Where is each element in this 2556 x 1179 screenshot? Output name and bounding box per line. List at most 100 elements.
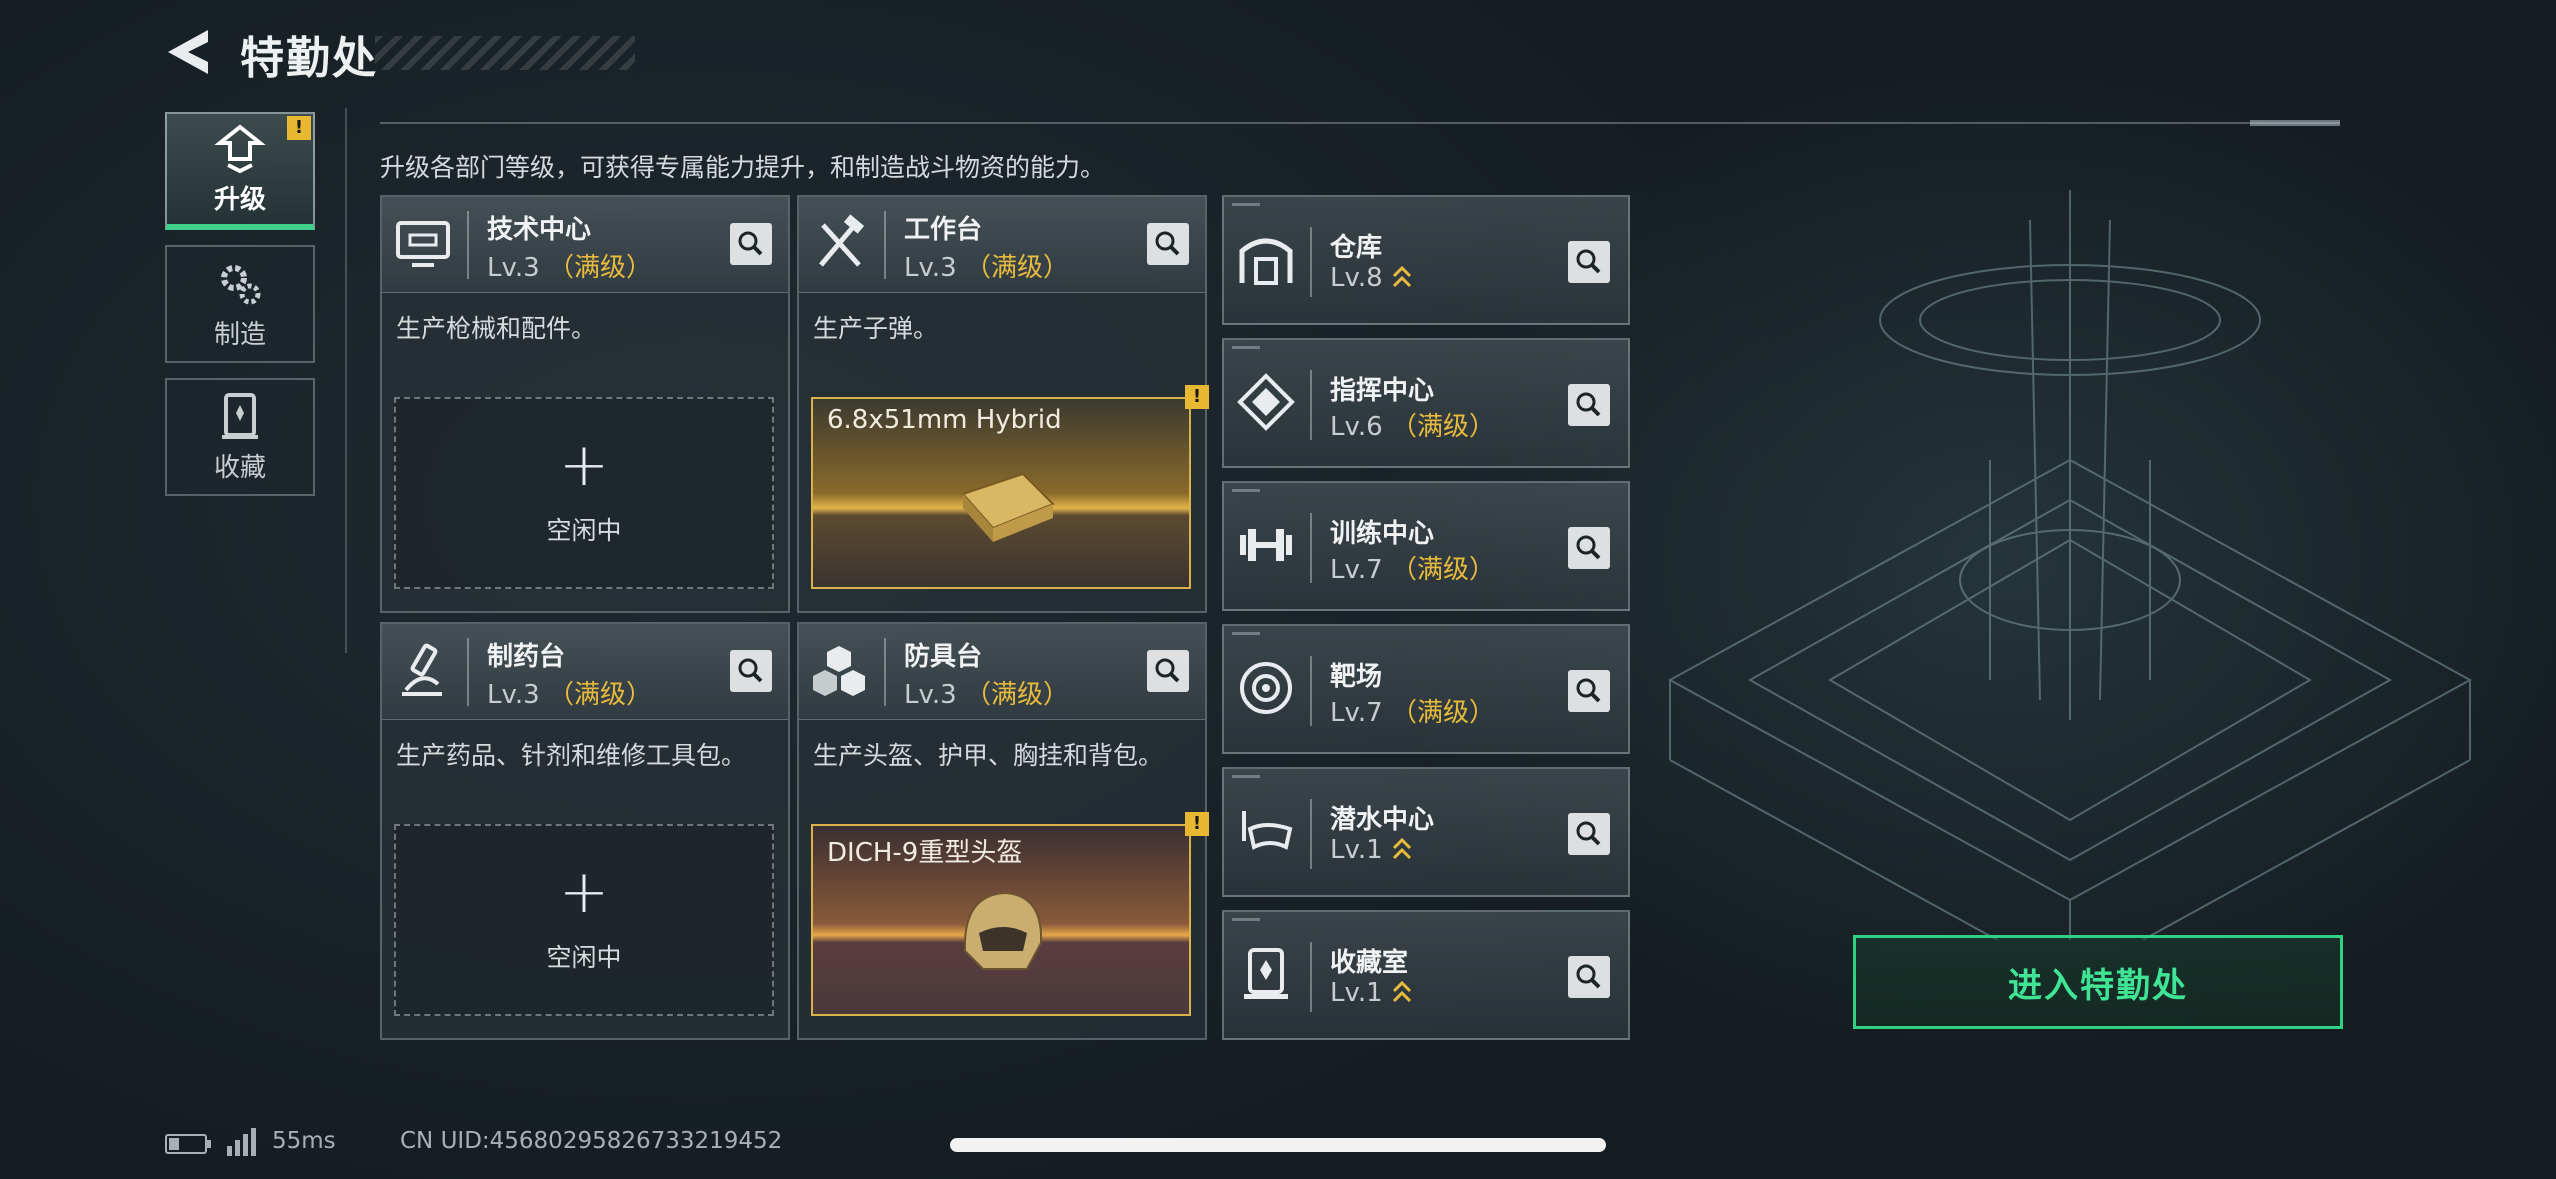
inspect-button[interactable] [1568, 670, 1610, 712]
facility-level: Lv.3 （满级） [487, 674, 652, 711]
facility-description: 生产头盔、护甲、胸挂和背包。 [813, 741, 1164, 770]
facility-name: 防具台 [904, 642, 983, 672]
back-arrow-icon[interactable] [160, 24, 216, 80]
facility-level: Lv.7 （满级） [1330, 549, 1495, 586]
warehouse-icon [1239, 238, 1293, 285]
facility-description: 生产枪械和配件。 [396, 314, 597, 343]
microscope-icon [402, 643, 442, 696]
inspect-button[interactable] [1147, 650, 1189, 692]
magnifier-icon [1576, 392, 1601, 417]
tools-icon [819, 214, 865, 267]
production-slot-idle[interactable]: + 空闲中 [394, 824, 774, 1016]
page-description: 升级各部门等级，可获得专属能力提升，和制造战斗物资的能力。 [380, 153, 1106, 182]
helmet-image [963, 891, 1043, 970]
facility-description: 生产药品、针剂和维修工具包。 [396, 741, 747, 770]
product-name: 6.8x51mm Hybrid [827, 405, 1062, 435]
max-level-tag: （满级） [547, 253, 652, 283]
max-level-tag: （满级） [547, 680, 652, 710]
card-separator [1310, 370, 1312, 440]
facility-name: 收藏室 [1330, 948, 1409, 978]
inspect-button[interactable] [1568, 241, 1610, 283]
card-separator [884, 211, 886, 279]
level-value: Lv.8 [1330, 263, 1383, 293]
max-level-tag: （满级） [1390, 412, 1495, 442]
nav-alert-badge: ! [287, 116, 311, 140]
facility-name: 指挥中心 [1330, 376, 1435, 406]
hologram-building-image [1667, 190, 2473, 940]
top-divider [380, 122, 2340, 124]
facility-level: Lv.7 （满级） [1330, 692, 1495, 729]
production-slot-helmet[interactable]: DICH-9重型头盔 [811, 824, 1191, 1016]
inspect-button[interactable] [1568, 956, 1610, 998]
facility-level: Lv.3 （满级） [904, 247, 1069, 284]
production-slot-ammo[interactable]: 6.8x51mm Hybrid [811, 397, 1191, 589]
facility-name: 技术中心 [487, 215, 592, 245]
add-icon: + [558, 857, 610, 927]
magnifier-icon [1155, 658, 1180, 683]
magnifier-icon [1576, 678, 1601, 703]
facility-row-training-center[interactable]: 训练中心 Lv.7 （满级） [1222, 481, 1630, 611]
facility-row-collection-room[interactable]: 收藏室 Lv.1 [1222, 910, 1630, 1040]
card-tech-center: 技术中心 Lv.3 （满级） 生产枪械和配件。 + 空闲中 [380, 195, 790, 613]
card-header: 工作台 Lv.3 （满级） [799, 197, 1205, 293]
facility-level: Lv.3 （满级） [487, 247, 652, 284]
card-separator [467, 638, 469, 706]
facility-row-warehouse[interactable]: 仓库 Lv.8 [1222, 195, 1630, 325]
inspect-button[interactable] [1568, 527, 1610, 569]
level-value: Lv.3 [904, 680, 957, 710]
inspect-button[interactable] [730, 223, 772, 265]
facility-row-command-center[interactable]: 指挥中心 Lv.6 （满级） [1222, 338, 1630, 468]
magnifier-icon [738, 658, 763, 683]
facility-name: 潜水中心 [1330, 805, 1435, 835]
inspect-button[interactable] [1568, 813, 1610, 855]
diving-mask-icon [1242, 811, 1293, 850]
facility-level: Lv.8 [1330, 263, 1413, 293]
battery-icon [165, 1134, 211, 1154]
nav-tab-craft[interactable]: 制造 [165, 245, 315, 363]
home-indicator[interactable] [950, 1138, 1606, 1152]
product-name: DICH-9重型头盔 [827, 838, 1023, 868]
facility-level: Lv.1 [1330, 835, 1413, 865]
level-value: Lv.6 [1330, 412, 1383, 442]
slot-alert-badge: ! [1185, 812, 1209, 836]
inspect-button[interactable] [730, 650, 772, 692]
facility-row-shooting-range[interactable]: 靶场 Lv.7 （满级） [1222, 624, 1630, 754]
inspect-button[interactable] [1568, 384, 1610, 426]
upgrade-chevrons-icon [1392, 837, 1411, 860]
collection-icon [222, 392, 258, 439]
level-value: Lv.3 [487, 253, 540, 283]
corner-decoration [1232, 489, 1260, 492]
level-value: Lv.1 [1330, 978, 1383, 1008]
inspect-button[interactable] [1147, 223, 1189, 265]
corner-decoration [1232, 918, 1260, 921]
facility-description: 生产子弹。 [813, 314, 939, 343]
facility-name: 仓库 [1330, 233, 1383, 263]
nav-label-craft: 制造 [213, 319, 266, 350]
corner-decoration [1232, 346, 1260, 349]
enter-special-ops-button[interactable]: 进入特勤处 [1853, 935, 2343, 1029]
magnifier-icon [1155, 231, 1180, 256]
card-header: 制药台 Lv.3 （满级） [382, 624, 788, 720]
facility-name: 工作台 [904, 215, 983, 245]
top-divider-accent [2250, 120, 2340, 126]
max-level-tag: （满级） [964, 680, 1069, 710]
magnifier-icon [1576, 535, 1601, 560]
production-slot-idle[interactable]: + 空闲中 [394, 397, 774, 589]
nav-label-upgrade: 升级 [213, 184, 266, 215]
level-value: Lv.7 [1330, 555, 1383, 585]
title-decoration [375, 36, 635, 70]
corner-decoration [1232, 632, 1260, 635]
nav-tab-collection[interactable]: 收藏 [165, 378, 315, 496]
level-value: Lv.1 [1330, 835, 1383, 865]
armor-icon [813, 646, 865, 696]
max-level-tag: （满级） [964, 253, 1069, 283]
upgrade-icon [214, 123, 266, 173]
card-header: 技术中心 Lv.3 （满级） [382, 197, 788, 293]
page-title: 特勤处 [240, 33, 378, 84]
nav-tab-upgrade[interactable]: ! 升级 [165, 112, 315, 230]
facility-row-diving-center[interactable]: 潜水中心 Lv.1 [1222, 767, 1630, 897]
card-separator [1310, 513, 1312, 583]
ping-readout: 55ms [272, 1128, 336, 1154]
upgrade-chevrons-icon [1392, 980, 1411, 1003]
facility-name: 靶场 [1330, 662, 1383, 692]
